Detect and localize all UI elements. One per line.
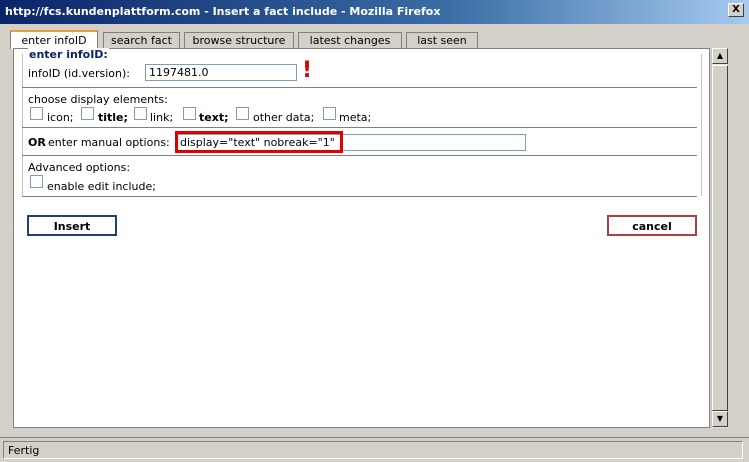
- scrollbar[interactable]: ▲ ▼: [711, 48, 728, 428]
- checkbox-edit-include[interactable]: [30, 175, 43, 188]
- checkbox-text-label: text;: [199, 111, 229, 124]
- checkbox-meta-label: meta;: [339, 111, 372, 124]
- tab-search-fact[interactable]: search fact: [103, 32, 180, 49]
- infoid-input[interactable]: [145, 64, 297, 81]
- advanced-options-label: Advanced options:: [28, 161, 131, 174]
- status-text: Fertig: [3, 441, 743, 459]
- fieldset-legend: enter infoID:: [28, 48, 109, 61]
- scrollbar-thumb[interactable]: [712, 65, 728, 411]
- tab-latest-changes[interactable]: latest changes: [298, 32, 402, 49]
- insert-button[interactable]: Insert: [27, 215, 117, 236]
- edit-include-label: enable edit include;: [47, 180, 156, 193]
- checkbox-meta[interactable]: [323, 107, 336, 120]
- window-title: http://fcs.kundenplattform.com - Insert …: [5, 5, 441, 18]
- display-elements-label: choose display elements:: [28, 93, 168, 106]
- warning-mark: !: [302, 58, 313, 83]
- scroll-up-icon[interactable]: ▲: [712, 48, 728, 64]
- divider: [22, 87, 697, 88]
- checkbox-text[interactable]: [183, 107, 196, 120]
- checkbox-icon-label: icon;: [47, 111, 74, 124]
- tab-browse-structure[interactable]: browse structure: [184, 32, 294, 49]
- scroll-down-icon[interactable]: ▼: [712, 411, 728, 427]
- divider: [22, 196, 697, 197]
- checkbox-icon[interactable]: [30, 107, 43, 120]
- tab-last-seen[interactable]: last seen: [406, 32, 478, 49]
- infoid-label: infoID (id.version):: [28, 67, 130, 80]
- divider: [22, 127, 697, 128]
- checkbox-other-data-label: other data;: [253, 111, 315, 124]
- divider: [22, 155, 697, 156]
- cancel-button[interactable]: cancel: [607, 215, 697, 236]
- window-title-bar: http://fcs.kundenplattform.com - Insert …: [0, 0, 749, 24]
- checkbox-title-label: title;: [98, 111, 128, 124]
- checkbox-link-label: link;: [150, 111, 174, 124]
- close-window-button[interactable]: X: [728, 3, 744, 17]
- manual-options-label: enter manual options:: [48, 136, 170, 149]
- status-bar: Fertig: [0, 437, 749, 462]
- manual-options-or: OR: [28, 136, 46, 149]
- tab-enter-infoid[interactable]: enter infoID: [10, 30, 98, 49]
- checkbox-title[interactable]: [81, 107, 94, 120]
- checkbox-other-data[interactable]: [236, 107, 249, 120]
- highlight-box: [175, 131, 343, 153]
- checkbox-link[interactable]: [134, 107, 147, 120]
